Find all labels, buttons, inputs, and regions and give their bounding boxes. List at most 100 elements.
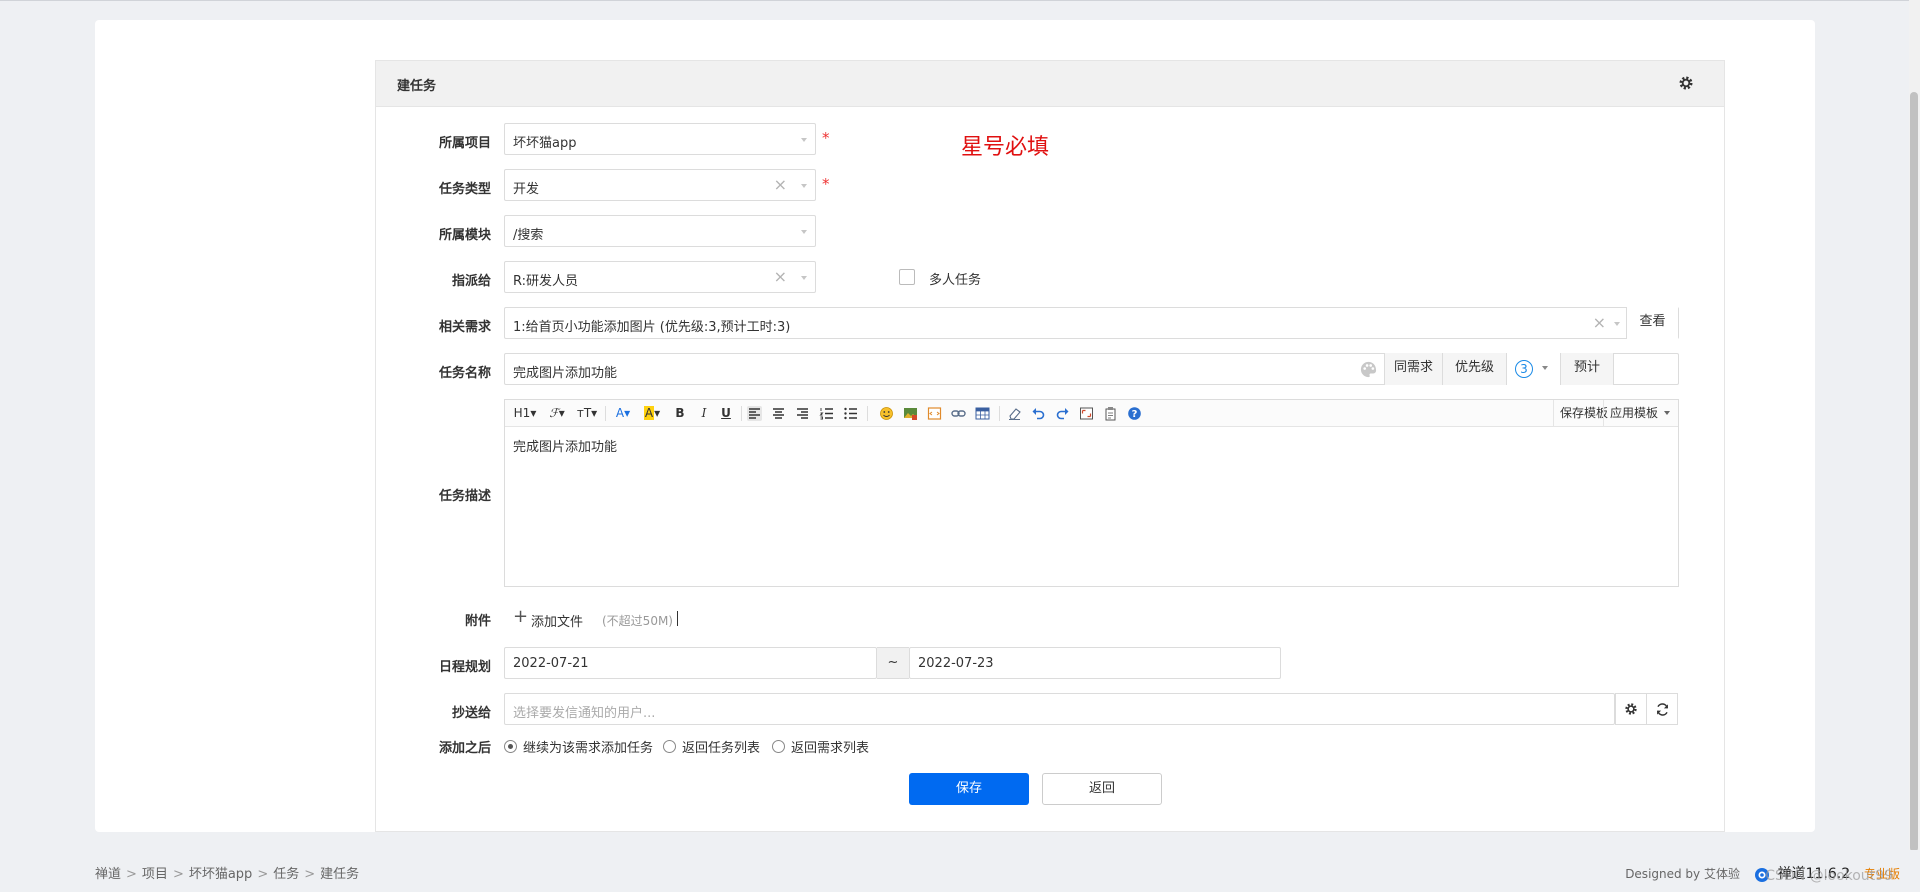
palette-icon[interactable] — [1359, 360, 1378, 379]
breadcrumb-item[interactable]: 任务 — [273, 867, 299, 882]
module-select[interactable]: /搜索 — [504, 215, 816, 247]
font-family-button[interactable]: ℱ▾ — [545, 405, 569, 422]
radio-continue-label[interactable]: 继续为该需求添加任务 — [523, 737, 653, 756]
designed-by[interactable]: Designed by 艾体验 — [1625, 867, 1740, 881]
gear-icon[interactable] — [1678, 75, 1694, 91]
module-value: /搜索 — [513, 228, 544, 243]
svg-text:?: ? — [1132, 409, 1138, 420]
radio-task-list[interactable] — [663, 740, 676, 753]
redo-icon[interactable] — [1055, 406, 1070, 421]
plus-icon[interactable]: + — [513, 606, 528, 627]
schedule-label: 日程规划 — [438, 660, 491, 675]
bullet-list-icon[interactable] — [843, 406, 858, 421]
fullscreen-icon[interactable] — [1079, 406, 1094, 421]
eraser-icon[interactable] — [1007, 406, 1022, 421]
link-icon[interactable] — [951, 406, 966, 421]
align-center-icon[interactable] — [771, 406, 786, 421]
cc-select[interactable]: 选择要发信通知的用户... — [504, 693, 1615, 725]
breadcrumb-separator: > — [172, 867, 184, 882]
panel-title: 建任务 — [397, 79, 437, 94]
page-card: 建任务 所属项目 坏坏猫app * 星号必填 任务类型 开发 × * 所属模块 … — [95, 20, 1815, 832]
radio-story-list-label[interactable]: 返回需求列表 — [791, 737, 869, 756]
save-button[interactable]: 保存 — [909, 773, 1029, 805]
font-size-button[interactable]: тT▾ — [575, 405, 599, 422]
estimate-label: 预计 — [1560, 353, 1613, 385]
bold-button[interactable]: B — [673, 405, 687, 422]
breadcrumb-item[interactable]: 禅道 — [95, 867, 121, 882]
align-right-icon[interactable] — [795, 406, 810, 421]
code-icon[interactable] — [927, 406, 942, 421]
end-date-value: 2022-07-23 — [918, 656, 994, 671]
task-type-value: 开发 — [513, 182, 540, 197]
end-date-field[interactable]: 2022-07-23 — [909, 647, 1281, 679]
cc-refresh-button[interactable] — [1646, 693, 1678, 725]
chevron-down-icon — [1614, 322, 1620, 326]
breadcrumb-separator: > — [126, 867, 137, 882]
radio-continue[interactable] — [504, 740, 517, 753]
breadcrumb-item[interactable]: 坏坏猫app — [189, 867, 252, 882]
close-icon[interactable]: × — [774, 176, 787, 194]
back-button[interactable]: 返回 — [1042, 773, 1162, 805]
assign-label: 指派给 — [451, 274, 491, 289]
heading-button[interactable]: H1▾ — [512, 405, 538, 422]
emoji-icon[interactable] — [879, 406, 894, 421]
project-label: 所属项目 — [438, 136, 491, 151]
cc-label: 抄送给 — [451, 706, 491, 721]
story-label: 相关需求 — [438, 320, 491, 335]
apply-template-button[interactable]: 应用模板 — [1602, 400, 1674, 426]
story-select[interactable]: 1:给首页小功能添加图片 (优先级:3,预计工时:3) × 查看 — [504, 307, 1679, 339]
multi-task-checkbox[interactable] — [899, 269, 915, 285]
highlight-button[interactable]: A▾ — [641, 405, 663, 422]
assign-select[interactable]: R:研发人员 × — [504, 261, 816, 293]
chevron-down-icon — [801, 184, 807, 188]
underline-button[interactable]: U — [719, 405, 733, 422]
font-color-button[interactable]: A▾ — [613, 405, 633, 422]
scrollbar[interactable] — [1909, 0, 1920, 852]
same-story-button[interactable]: 同需求 — [1384, 353, 1442, 385]
add-file-link[interactable]: 添加文件 — [531, 611, 583, 630]
task-name-value[interactable]: 完成图片添加功能 — [513, 362, 617, 381]
task-type-select[interactable]: 开发 × — [504, 169, 816, 201]
breadcrumb: 禅道 > 项目 > 坏坏猫app > 任务 > 建任务 — [95, 863, 359, 882]
breadcrumb-item[interactable]: 项目 — [142, 867, 168, 882]
view-story-button[interactable]: 查看 — [1626, 307, 1678, 339]
radio-task-list-label[interactable]: 返回任务列表 — [682, 737, 760, 756]
radio-story-list[interactable] — [772, 740, 785, 753]
desc-label: 任务描述 — [438, 489, 491, 504]
toolbar-divider — [999, 406, 1000, 421]
table-icon[interactable] — [975, 406, 990, 421]
cc-settings-button[interactable] — [1615, 693, 1647, 725]
cc-placeholder: 选择要发信通知的用户... — [513, 706, 656, 721]
toolbar-divider — [741, 406, 742, 421]
close-icon[interactable]: × — [1593, 314, 1606, 332]
required-mark: * — [822, 129, 830, 147]
project-select[interactable]: 坏坏猫app — [504, 123, 816, 155]
start-date-field[interactable]: 2022-07-21 — [504, 647, 877, 679]
module-label: 所属模块 — [438, 228, 491, 243]
undo-icon[interactable] — [1031, 406, 1046, 421]
image-icon[interactable] — [903, 406, 918, 421]
help-icon[interactable]: ? — [1127, 406, 1142, 421]
paste-icon[interactable] — [1103, 406, 1118, 421]
priority-select[interactable]: 3 — [1506, 353, 1560, 385]
scrollbar-thumb[interactable] — [1910, 92, 1918, 852]
toolbar-divider — [605, 406, 606, 421]
after-label: 添加之后 — [438, 741, 491, 756]
editor-toolbar: H1▾ ℱ▾ тT▾ A▾ A▾ B I U ? 保存模板 应用模板 — [505, 400, 1678, 427]
ordered-list-icon[interactable] — [819, 406, 834, 421]
align-left-icon[interactable] — [747, 406, 762, 421]
watermark: CSDN @lookout99 — [1765, 868, 1893, 884]
editor-content[interactable]: 完成图片添加功能 — [513, 436, 617, 455]
top-border — [0, 0, 1920, 1]
close-icon[interactable]: × — [774, 268, 787, 286]
project-value: 坏坏猫app — [513, 136, 577, 151]
task-type-label: 任务类型 — [438, 182, 491, 197]
task-name-field[interactable]: 完成图片添加功能 同需求 优先级 3 预计 — [504, 353, 1679, 385]
chevron-down-icon — [801, 230, 807, 234]
chevron-down-icon — [1664, 411, 1670, 415]
estimate-input[interactable] — [1613, 353, 1679, 385]
panel-header: 建任务 — [376, 61, 1724, 107]
rich-text-editor[interactable]: H1▾ ℱ▾ тT▾ A▾ A▾ B I U ? 保存模板 应用模板 完成图片添… — [504, 399, 1679, 587]
italic-button[interactable]: I — [697, 405, 711, 422]
chevron-down-icon — [1542, 366, 1548, 370]
